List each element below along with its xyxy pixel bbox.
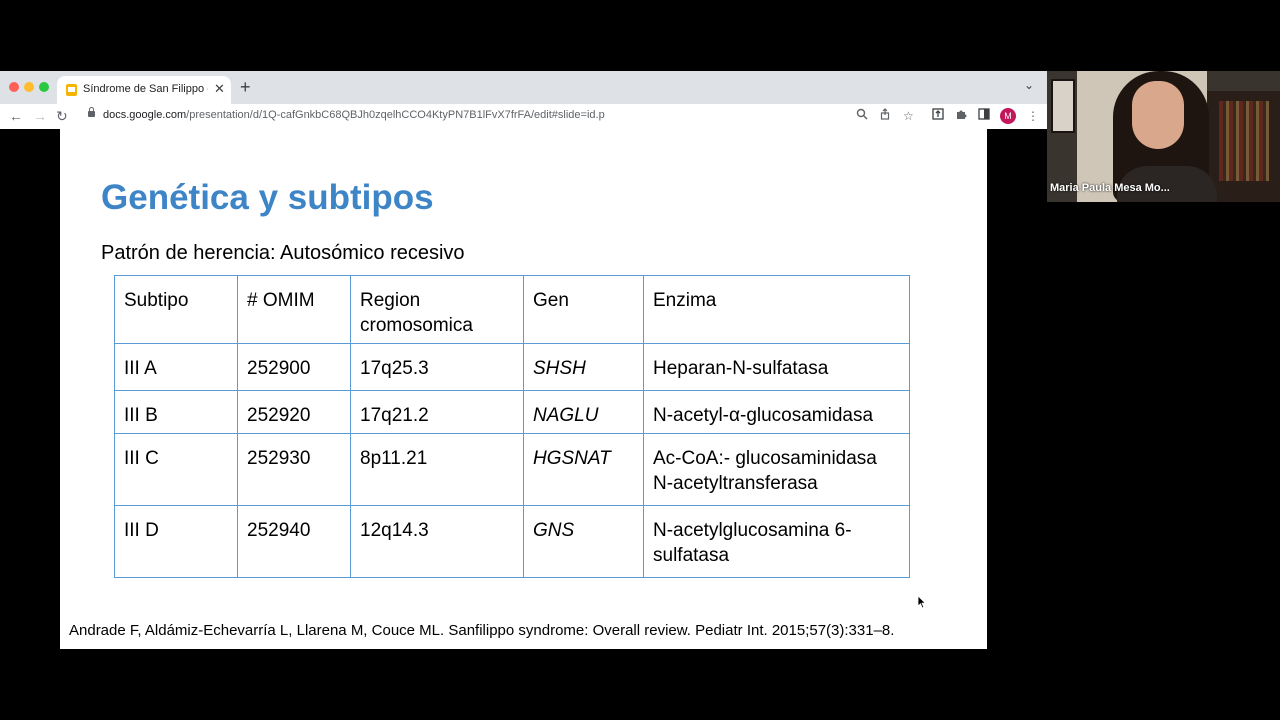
table-cell: NAGLU bbox=[523, 390, 644, 434]
table-cell: 252900 bbox=[237, 343, 351, 391]
table-row: III D 252940 12q14.3 GNS N-acetylglucosa… bbox=[114, 505, 910, 578]
header-cell: Region cromosomica bbox=[350, 275, 524, 344]
table-cell: III A bbox=[114, 343, 238, 391]
subtypes-table: Subtipo # OMIM Region cromosomica Gen En… bbox=[114, 275, 910, 578]
slides-favicon-icon bbox=[66, 84, 77, 96]
table-row: III A 252900 17q25.3 SHSH Heparan-N-sulf… bbox=[114, 343, 910, 391]
tab-title: Síndrome de San Filippo - Google Slides bbox=[83, 83, 208, 95]
slide-subtitle: Patrón de herencia: Autosómico recesivo bbox=[101, 242, 465, 264]
reload-icon[interactable]: ↻ bbox=[56, 107, 68, 125]
table-cell: 17q21.2 bbox=[350, 390, 524, 434]
new-tab-button[interactable]: + bbox=[240, 77, 251, 97]
tab-bar: Síndrome de San Filippo - Google Slides … bbox=[0, 71, 1047, 104]
table-cell: Heparan-N-sulfatasa bbox=[643, 343, 910, 391]
table-cell: 8p11.21 bbox=[350, 433, 524, 506]
table-cell: 252930 bbox=[237, 433, 351, 506]
table-cell: N-acetylglucosamina 6-sulfatasa bbox=[643, 505, 910, 578]
extension-upload-icon[interactable] bbox=[932, 108, 944, 124]
browser-toolbar: ← → ↻ docs.google.com/presentation/d/1Q-… bbox=[0, 104, 1047, 130]
slide: Genética y subtipos Patrón de herencia: … bbox=[60, 129, 987, 649]
video-person-face bbox=[1132, 81, 1184, 149]
extensions-puzzle-icon[interactable] bbox=[955, 108, 967, 124]
table-row: III B 252920 17q21.2 NAGLU N-acetyl-α-gl… bbox=[114, 390, 910, 434]
table-cell: GNS bbox=[523, 505, 644, 578]
url-text: docs.google.com/presentation/d/1Q-cafGnk… bbox=[103, 109, 605, 121]
lock-icon bbox=[88, 107, 95, 117]
side-panel-icon[interactable] bbox=[978, 108, 990, 124]
table-cell: N-acetyl-α-glucosamidasa bbox=[643, 390, 910, 434]
close-window-button[interactable] bbox=[9, 82, 19, 92]
table-row: III C 252930 8p11.21 HGSNAT Ac-CoA:- glu… bbox=[114, 433, 910, 506]
table-cell: III D bbox=[114, 505, 238, 578]
address-bar[interactable]: docs.google.com/presentation/d/1Q-cafGnk… bbox=[80, 106, 920, 127]
video-books bbox=[1219, 101, 1269, 181]
table-cell: SHSH bbox=[523, 343, 644, 391]
table-cell: 252940 bbox=[237, 505, 351, 578]
table-cell: 17q25.3 bbox=[350, 343, 524, 391]
participant-name: Maria Paula Mesa Mo... bbox=[1050, 182, 1170, 194]
citation-text: Andrade F, Aldámiz-Echevarría L, Llarena… bbox=[69, 622, 895, 639]
participant-video-tile[interactable]: Maria Paula Mesa Mo... bbox=[1047, 71, 1280, 202]
video-wall-frame bbox=[1051, 79, 1075, 133]
slide-title: Genética y subtipos bbox=[101, 178, 434, 217]
header-cell: # OMIM bbox=[237, 275, 351, 344]
url-host: docs.google.com bbox=[103, 109, 187, 121]
header-cell: Enzima bbox=[643, 275, 910, 344]
maximize-window-button[interactable] bbox=[39, 82, 49, 92]
tab-search-chevron-icon[interactable]: ⌄ bbox=[1024, 78, 1034, 92]
header-cell: Gen bbox=[523, 275, 644, 344]
zoom-magnifier-icon[interactable] bbox=[856, 108, 868, 124]
more-menu-icon[interactable]: ⋮ bbox=[1027, 108, 1039, 124]
table-cell: HGSNAT bbox=[523, 433, 644, 506]
url-path: /presentation/d/1Q-cafGnkbC68QBJh0zqelhC… bbox=[186, 109, 605, 121]
minimize-window-button[interactable] bbox=[24, 82, 34, 92]
browser-tab[interactable]: Síndrome de San Filippo - Google Slides … bbox=[57, 76, 231, 104]
table-cell: III B bbox=[114, 390, 238, 434]
table-cell: III C bbox=[114, 433, 238, 506]
table-header-row: Subtipo # OMIM Region cromosomica Gen En… bbox=[114, 275, 910, 344]
share-icon[interactable] bbox=[879, 108, 891, 124]
header-cell: Subtipo bbox=[114, 275, 238, 344]
table-cell: 12q14.3 bbox=[350, 505, 524, 578]
tab-close-icon[interactable]: ✕ bbox=[214, 82, 225, 96]
profile-avatar[interactable]: M bbox=[1000, 108, 1016, 124]
forward-arrow-icon[interactable]: → bbox=[33, 107, 47, 125]
table-cell: 252920 bbox=[237, 390, 351, 434]
browser-window: Síndrome de San Filippo - Google Slides … bbox=[0, 71, 1047, 649]
table-cell: Ac-CoA:- glucosaminidasa N-acetyltransfe… bbox=[643, 433, 910, 506]
back-arrow-icon[interactable]: ← bbox=[9, 107, 23, 125]
presentation-stage: Genética y subtipos Patrón de herencia: … bbox=[0, 129, 1047, 649]
bookmark-star-icon[interactable]: ☆ bbox=[903, 108, 914, 124]
